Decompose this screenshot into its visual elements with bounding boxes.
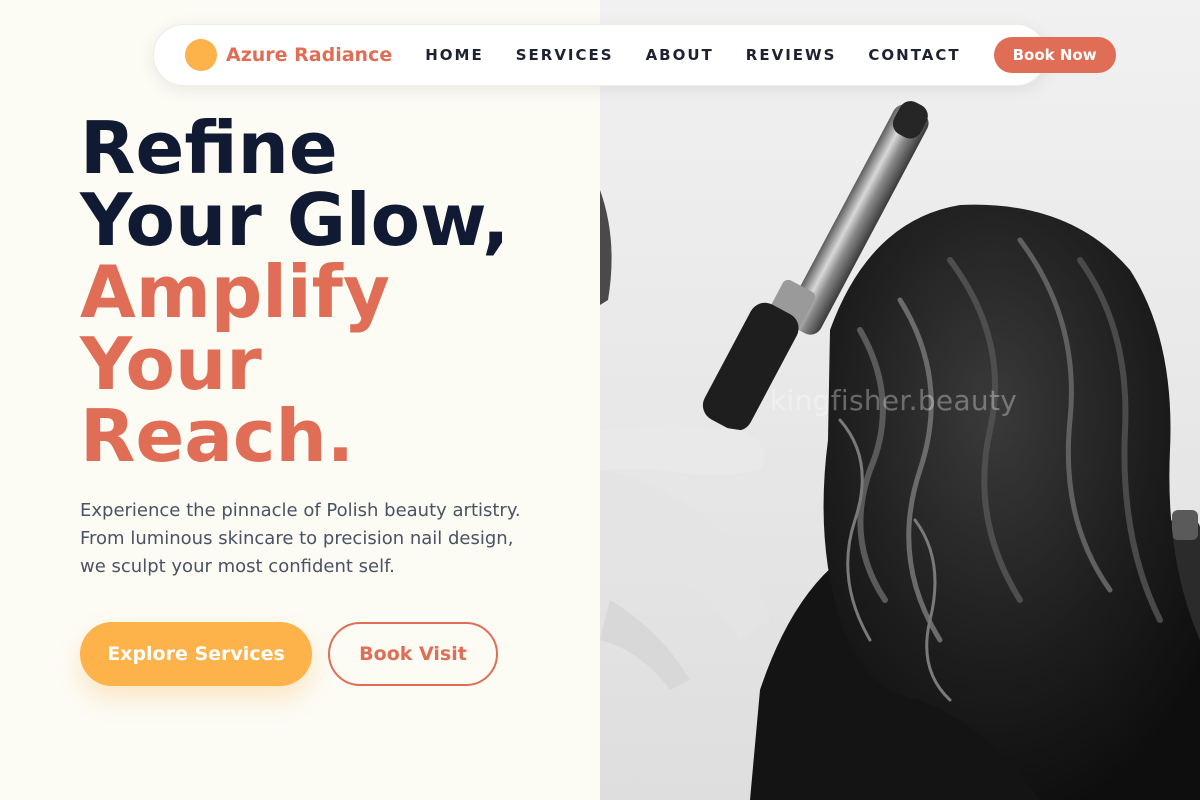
circle-logo-icon[interactable] <box>185 39 217 71</box>
nav-link-services[interactable]: SERVICES <box>516 46 614 64</box>
hero-title-line-5: Reach. <box>80 394 355 478</box>
top-navbar: Azure Radiance HOME SERVICES ABOUT REVIE… <box>153 24 1116 86</box>
hero-title: Refine Your Glow, Amplify Your Reach. <box>80 112 509 472</box>
nav-link-home[interactable]: HOME <box>425 46 483 64</box>
nav-link-about[interactable]: ABOUT <box>646 46 714 64</box>
hero-description: Experience the pinnacle of Polish beauty… <box>80 500 521 577</box>
photo-watermark: kingfisher.beauty <box>770 384 1018 417</box>
nav-link-reviews[interactable]: REVIEWS <box>746 46 837 64</box>
book-now-button[interactable]: Book Now <box>993 37 1116 73</box>
nav-links: HOME SERVICES ABOUT REVIEWS CONTACT <box>425 46 992 64</box>
explore-services-button[interactable]: Explore Services <box>80 622 312 686</box>
hero-title-line-3: Amplify <box>80 250 390 334</box>
book-visit-button[interactable]: Book Visit <box>328 622 498 686</box>
hero-title-line-2: Your Glow, <box>80 178 510 262</box>
hero-title-line-4: Your <box>80 322 262 406</box>
hero-photo: kingfisher.beauty <box>600 0 1200 800</box>
nav-link-contact[interactable]: CONTACT <box>868 46 960 64</box>
hero-title-line-1: Refine <box>80 106 338 190</box>
brand-name[interactable]: Azure Radiance <box>226 44 392 66</box>
